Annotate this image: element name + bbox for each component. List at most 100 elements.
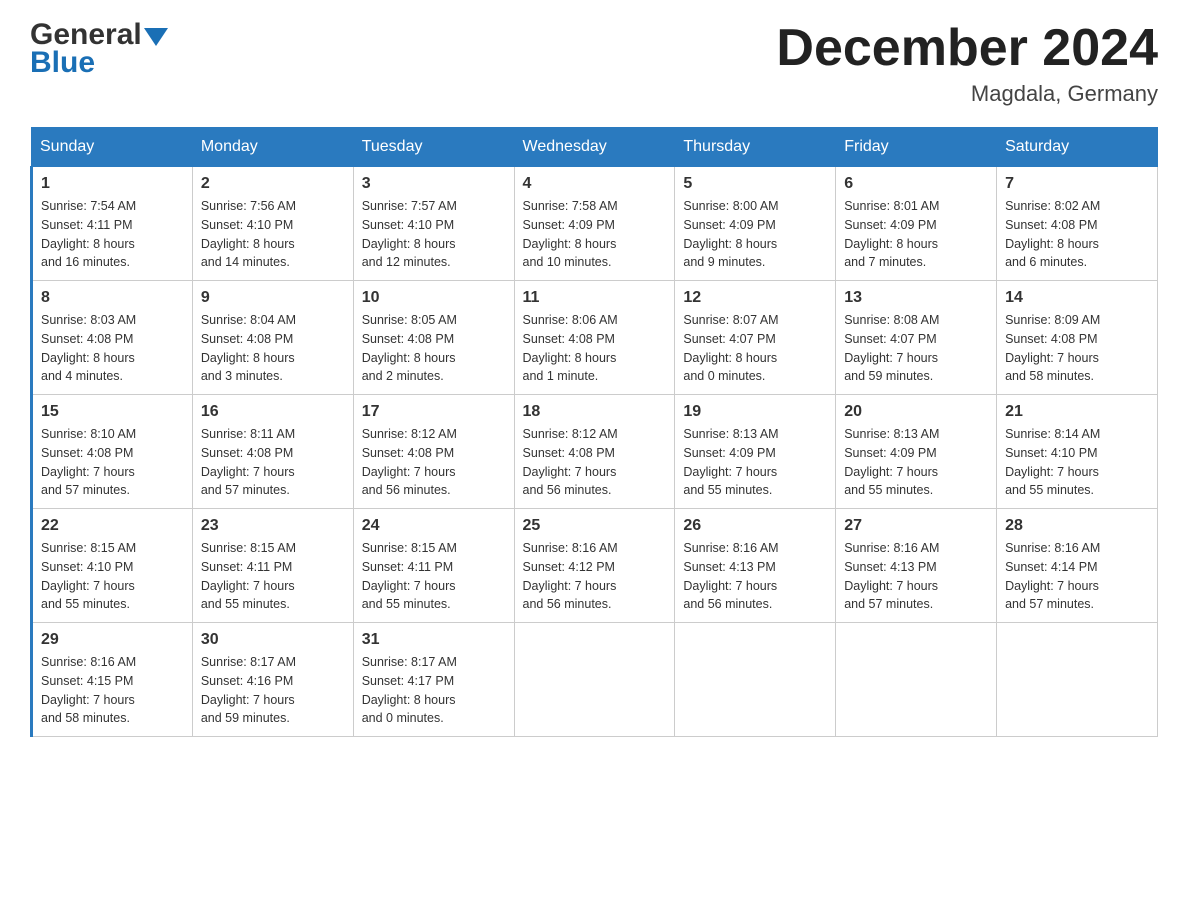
day-info: Sunrise: 8:16 AM Sunset: 4:13 PM Dayligh… — [844, 539, 988, 614]
weekday-header-saturday: Saturday — [997, 128, 1158, 167]
day-number: 5 — [683, 175, 827, 193]
day-info: Sunrise: 8:06 AM Sunset: 4:08 PM Dayligh… — [523, 311, 667, 386]
day-info: Sunrise: 8:10 AM Sunset: 4:08 PM Dayligh… — [41, 425, 184, 500]
day-info: Sunrise: 8:02 AM Sunset: 4:08 PM Dayligh… — [1005, 197, 1149, 272]
day-info: Sunrise: 7:58 AM Sunset: 4:09 PM Dayligh… — [523, 197, 667, 272]
calendar-cell: 3 Sunrise: 7:57 AM Sunset: 4:10 PM Daylig… — [353, 167, 514, 281]
day-info: Sunrise: 8:16 AM Sunset: 4:14 PM Dayligh… — [1005, 539, 1149, 614]
calendar-cell: 26Sunrise: 8:16 AM Sunset: 4:13 PM Dayli… — [675, 509, 836, 623]
logo-blue-word: Blue — [30, 48, 168, 78]
calendar-cell: 8 Sunrise: 8:03 AM Sunset: 4:08 PM Daylig… — [32, 281, 193, 395]
calendar-cell — [997, 623, 1158, 737]
calendar-cell: 16 Sunrise: 8:11 AM Sunset: 4:08 PM Dayli… — [192, 395, 353, 509]
day-info: Sunrise: 8:17 AM Sunset: 4:16 PM Dayligh… — [201, 653, 345, 728]
day-number: 16 — [201, 403, 345, 421]
calendar-cell: 5 Sunrise: 8:00 AM Sunset: 4:09 PM Daylig… — [675, 167, 836, 281]
week-row-4: 22Sunrise: 8:15 AM Sunset: 4:10 PM Dayli… — [32, 509, 1158, 623]
weekday-header-sunday: Sunday — [32, 128, 193, 167]
day-number: 19 — [683, 403, 827, 421]
day-number: 12 — [683, 289, 827, 307]
day-info: Sunrise: 8:08 AM Sunset: 4:07 PM Dayligh… — [844, 311, 988, 386]
calendar-cell: 6 Sunrise: 8:01 AM Sunset: 4:09 PM Daylig… — [836, 167, 997, 281]
calendar-cell — [514, 623, 675, 737]
day-info: Sunrise: 8:15 AM Sunset: 4:11 PM Dayligh… — [362, 539, 506, 614]
day-number: 7 — [1005, 175, 1149, 193]
week-row-1: 1 Sunrise: 7:54 AM Sunset: 4:11 PM Daylig… — [32, 167, 1158, 281]
logo-text-block: General Blue — [30, 20, 168, 78]
day-number: 1 — [41, 175, 184, 193]
calendar-cell: 29 Sunrise: 8:16 AM Sunset: 4:15 PM Dayli… — [32, 623, 193, 737]
calendar-cell: 1 Sunrise: 7:54 AM Sunset: 4:11 PM Daylig… — [32, 167, 193, 281]
weekday-header-wednesday: Wednesday — [514, 128, 675, 167]
day-number: 17 — [362, 403, 506, 421]
calendar-cell: 2 Sunrise: 7:56 AM Sunset: 4:10 PM Daylig… — [192, 167, 353, 281]
day-info: Sunrise: 8:12 AM Sunset: 4:08 PM Dayligh… — [362, 425, 506, 500]
calendar-cell: 24Sunrise: 8:15 AM Sunset: 4:11 PM Dayli… — [353, 509, 514, 623]
day-number: 31 — [362, 631, 506, 649]
logo: General Blue — [30, 20, 168, 78]
day-info: Sunrise: 8:13 AM Sunset: 4:09 PM Dayligh… — [844, 425, 988, 500]
location-label: Magdala, Germany — [776, 81, 1158, 107]
day-info: Sunrise: 7:54 AM Sunset: 4:11 PM Dayligh… — [41, 197, 184, 272]
calendar-cell — [836, 623, 997, 737]
day-number: 8 — [41, 289, 184, 307]
calendar-cell: 4 Sunrise: 7:58 AM Sunset: 4:09 PM Daylig… — [514, 167, 675, 281]
day-number: 28 — [1005, 517, 1149, 535]
calendar-cell: 13 Sunrise: 8:08 AM Sunset: 4:07 PM Dayli… — [836, 281, 997, 395]
day-number: 4 — [523, 175, 667, 193]
weekday-header-friday: Friday — [836, 128, 997, 167]
day-number: 14 — [1005, 289, 1149, 307]
weekday-header-thursday: Thursday — [675, 128, 836, 167]
day-number: 11 — [523, 289, 667, 307]
day-info: Sunrise: 8:07 AM Sunset: 4:07 PM Dayligh… — [683, 311, 827, 386]
calendar-table: SundayMondayTuesdayWednesdayThursdayFrid… — [30, 127, 1158, 737]
weekday-header-monday: Monday — [192, 128, 353, 167]
calendar-cell: 30 Sunrise: 8:17 AM Sunset: 4:16 PM Dayli… — [192, 623, 353, 737]
calendar-cell: 20Sunrise: 8:13 AM Sunset: 4:09 PM Dayli… — [836, 395, 997, 509]
day-info: Sunrise: 8:11 AM Sunset: 4:08 PM Dayligh… — [201, 425, 345, 500]
day-number: 18 — [523, 403, 667, 421]
day-number: 25 — [523, 517, 667, 535]
day-info: Sunrise: 8:13 AM Sunset: 4:09 PM Dayligh… — [683, 425, 827, 500]
day-info: Sunrise: 8:04 AM Sunset: 4:08 PM Dayligh… — [201, 311, 345, 386]
calendar-cell — [675, 623, 836, 737]
calendar-cell: 27 Sunrise: 8:16 AM Sunset: 4:13 PM Dayli… — [836, 509, 997, 623]
day-info: Sunrise: 7:57 AM Sunset: 4:10 PM Dayligh… — [362, 197, 506, 272]
day-info: Sunrise: 8:15 AM Sunset: 4:11 PM Dayligh… — [201, 539, 345, 614]
day-info: Sunrise: 8:14 AM Sunset: 4:10 PM Dayligh… — [1005, 425, 1149, 500]
day-info: Sunrise: 8:01 AM Sunset: 4:09 PM Dayligh… — [844, 197, 988, 272]
calendar-cell: 23Sunrise: 8:15 AM Sunset: 4:11 PM Dayli… — [192, 509, 353, 623]
week-row-2: 8 Sunrise: 8:03 AM Sunset: 4:08 PM Daylig… — [32, 281, 1158, 395]
calendar-cell: 25 Sunrise: 8:16 AM Sunset: 4:12 PM Dayli… — [514, 509, 675, 623]
day-info: Sunrise: 8:00 AM Sunset: 4:09 PM Dayligh… — [683, 197, 827, 272]
day-info: Sunrise: 8:16 AM Sunset: 4:12 PM Dayligh… — [523, 539, 667, 614]
day-info: Sunrise: 8:16 AM Sunset: 4:15 PM Dayligh… — [41, 653, 184, 728]
day-number: 13 — [844, 289, 988, 307]
day-number: 27 — [844, 517, 988, 535]
day-number: 3 — [362, 175, 506, 193]
day-number: 15 — [41, 403, 184, 421]
title-area: December 2024 Magdala, Germany — [776, 20, 1158, 107]
calendar-cell: 11 Sunrise: 8:06 AM Sunset: 4:08 PM Dayli… — [514, 281, 675, 395]
day-number: 30 — [201, 631, 345, 649]
calendar-cell: 7 Sunrise: 8:02 AM Sunset: 4:08 PM Daylig… — [997, 167, 1158, 281]
day-info: Sunrise: 8:16 AM Sunset: 4:13 PM Dayligh… — [683, 539, 827, 614]
calendar-cell: 17 Sunrise: 8:12 AM Sunset: 4:08 PM Dayli… — [353, 395, 514, 509]
week-row-5: 29 Sunrise: 8:16 AM Sunset: 4:15 PM Dayli… — [32, 623, 1158, 737]
day-number: 2 — [201, 175, 345, 193]
day-info: Sunrise: 8:03 AM Sunset: 4:08 PM Dayligh… — [41, 311, 184, 386]
week-row-3: 15 Sunrise: 8:10 AM Sunset: 4:08 PM Dayli… — [32, 395, 1158, 509]
day-number: 6 — [844, 175, 988, 193]
calendar-cell: 28 Sunrise: 8:16 AM Sunset: 4:14 PM Dayli… — [997, 509, 1158, 623]
calendar-cell: 9Sunrise: 8:04 AM Sunset: 4:08 PM Daylig… — [192, 281, 353, 395]
calendar-cell: 31Sunrise: 8:17 AM Sunset: 4:17 PM Dayli… — [353, 623, 514, 737]
day-info: Sunrise: 8:15 AM Sunset: 4:10 PM Dayligh… — [41, 539, 184, 614]
day-number: 29 — [41, 631, 184, 649]
calendar-cell: 14 Sunrise: 8:09 AM Sunset: 4:08 PM Dayli… — [997, 281, 1158, 395]
day-info: Sunrise: 8:09 AM Sunset: 4:08 PM Dayligh… — [1005, 311, 1149, 386]
day-number: 10 — [362, 289, 506, 307]
calendar-cell: 12 Sunrise: 8:07 AM Sunset: 4:07 PM Dayli… — [675, 281, 836, 395]
day-info: Sunrise: 7:56 AM Sunset: 4:10 PM Dayligh… — [201, 197, 345, 272]
calendar-cell: 15 Sunrise: 8:10 AM Sunset: 4:08 PM Dayli… — [32, 395, 193, 509]
calendar-cell: 10Sunrise: 8:05 AM Sunset: 4:08 PM Dayli… — [353, 281, 514, 395]
